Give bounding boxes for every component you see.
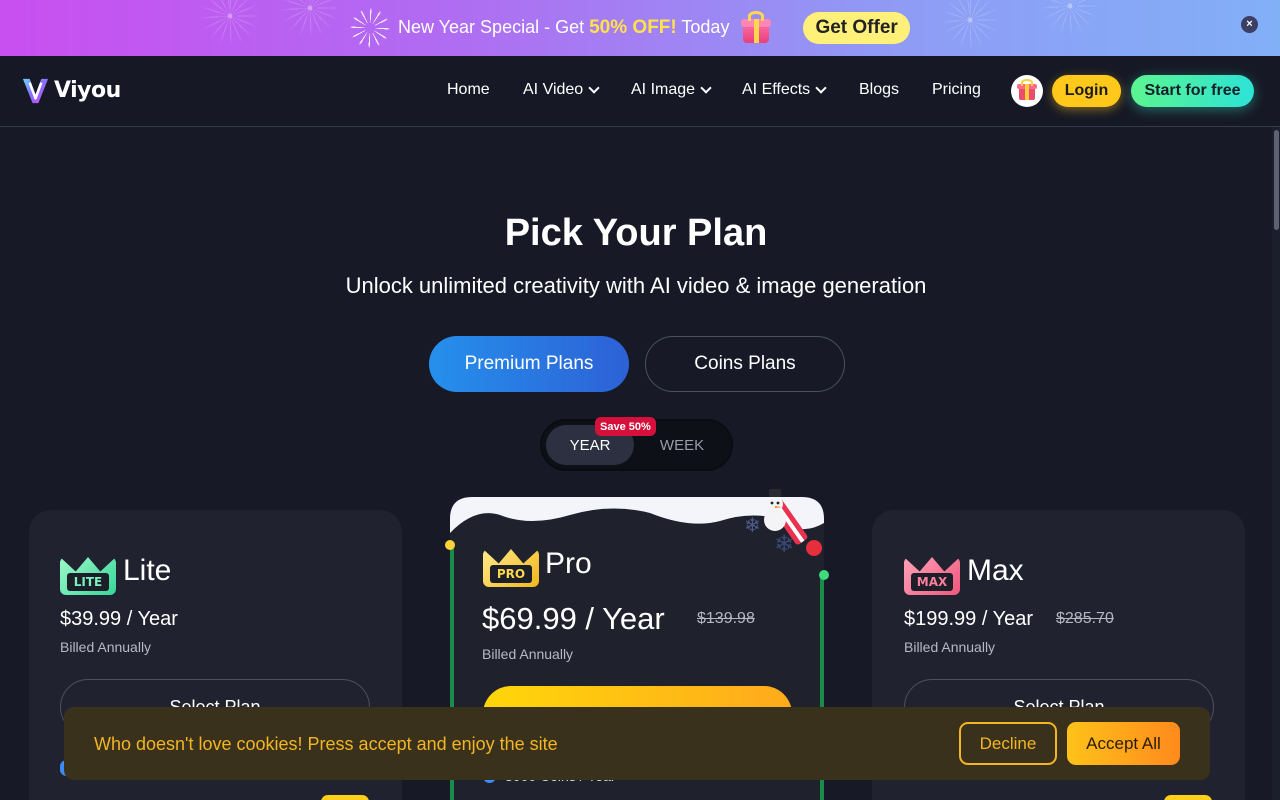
svg-text:❄: ❄ [744,513,761,537]
nav-pricing[interactable]: Pricing [932,81,981,99]
price-max: $199.99 / Year [904,608,1034,630]
firework-decoration [280,0,340,38]
string-light [445,540,455,550]
page-title: Pick Your Plan [504,212,768,254]
firework-icon [350,8,390,48]
chevron-down-icon [815,81,827,94]
firework-decoration [1040,0,1100,36]
billed-max: Billed Annually [904,639,996,655]
cookie-banner: Who doesn't love cookies! Press accept a… [64,707,1210,780]
tab-coins-plans[interactable]: Coins Plans [645,336,845,392]
plan-name-max: Max [967,554,1024,587]
login-button[interactable]: Login [1052,75,1121,107]
feature-badge [321,795,369,800]
snowman-icon: ❄ ❄ [744,489,822,558]
get-offer-button[interactable]: Get Offer [803,12,910,44]
promo-banner: New Year Special - Get 50% OFF! Today Ge… [0,0,1280,56]
close-icon[interactable]: × [1241,16,1258,33]
gift-icon[interactable] [1011,75,1043,107]
nav-blogs[interactable]: Blogs [859,81,899,99]
start-for-free-button[interactable]: Start for free [1131,75,1254,107]
logo[interactable]: Viyou [20,75,121,106]
original-price-pro: $139.98 [697,610,755,627]
original-price-max: $285.70 [1056,610,1114,627]
firework-decoration [940,0,1000,50]
plan-name-lite: Lite [123,554,172,587]
logo-text: Viyou [54,78,121,103]
site-header: Viyou Home AI Video AI Image AI Effects … [0,56,1280,127]
page-subtitle: Unlock unlimited creativity with AI vide… [345,273,927,298]
decline-cookies-button[interactable]: Decline [959,722,1057,765]
firework-decoration [200,0,260,46]
gift-icon [739,11,773,45]
nav-ai-video[interactable]: AI Video [523,81,600,99]
nav-ai-effects[interactable]: AI Effects [742,81,827,99]
accept-all-cookies-button[interactable]: Accept All [1067,722,1180,765]
feature-badge [1164,795,1212,800]
chevron-down-icon [700,81,712,94]
promo-text: New Year Special - Get 50% OFF! Today [398,17,730,38]
logo-icon [22,78,49,104]
price-lite: $39.99 / Year [60,608,178,630]
scrollbar-thumb[interactable] [1274,130,1279,230]
billed-lite: Billed Annually [60,639,152,655]
billed-pro: Billed Annually [482,646,574,662]
cookie-message: Who doesn't love cookies! Press accept a… [94,734,558,754]
nav-home[interactable]: Home [447,81,490,99]
chevron-down-icon [588,81,600,94]
plan-name-pro: Pro [545,547,592,580]
lite-crown-icon: LITE [60,549,116,595]
nav-ai-image[interactable]: AI Image [631,81,712,99]
price-pro: $69.99 / Year [482,601,665,636]
pro-crown-icon: PRO [483,541,539,587]
tab-premium-plans[interactable]: Premium Plans [429,336,629,392]
string-light [819,570,829,580]
promo-discount: 50% OFF! [589,17,677,38]
save-badge: Save 50% [595,417,656,436]
svg-text:❄: ❄ [774,530,794,558]
max-crown-icon: MAX [904,549,960,595]
